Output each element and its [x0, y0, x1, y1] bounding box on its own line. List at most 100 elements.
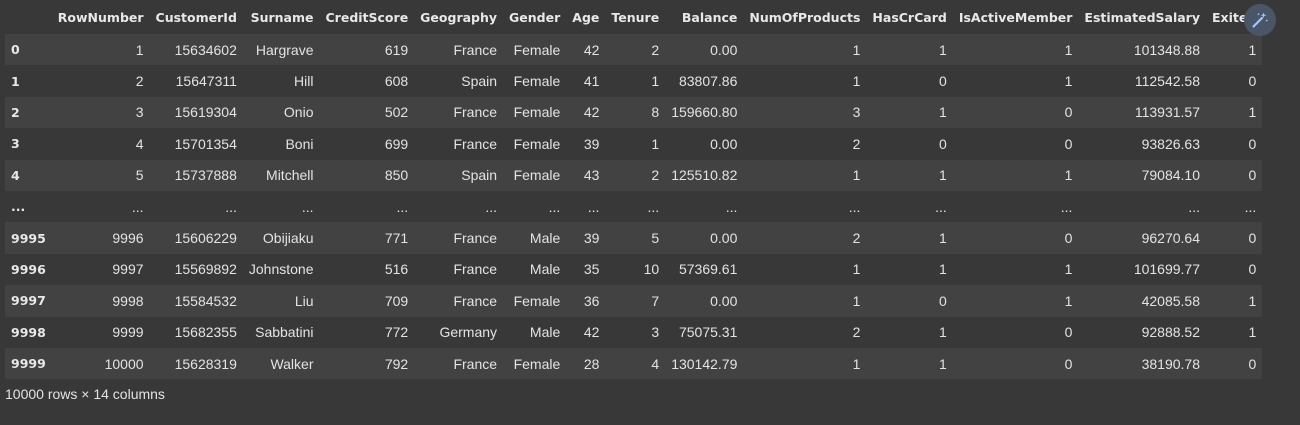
table-cell: Spain: [461, 167, 498, 184]
row-index: 9998: [11, 324, 46, 340]
table-cell: 1: [852, 167, 861, 184]
table-cell: 93826.63: [1141, 135, 1200, 152]
table-cell: 1: [1248, 292, 1257, 309]
dataframe-table: RowNumber CustomerId Surname CreditScore Geo…: [5, 0, 1263, 380]
table-cell: 5: [651, 230, 660, 247]
row-index: ...: [11, 199, 26, 215]
table-cell: 0.00: [710, 230, 738, 247]
table-cell: 1: [852, 41, 861, 58]
table-cell: 41: [583, 73, 600, 90]
table-cell: 0: [1064, 135, 1073, 152]
table-cell: 10: [643, 261, 660, 278]
table-cell: 850: [384, 167, 409, 184]
table-cell: 101348.88: [1133, 41, 1200, 58]
table-cell: 699: [384, 135, 409, 152]
table-cell: 1: [1064, 73, 1073, 90]
dataframe-shape-summary: 10000 rows × 14 columns: [5, 386, 165, 402]
table-cell: Female: [513, 292, 561, 309]
table-cell: 9996: [112, 230, 144, 247]
table-cell: ...: [935, 198, 947, 215]
table-cell: 0: [1248, 73, 1257, 90]
table-cell: 0: [939, 73, 947, 90]
magic-wand-button[interactable]: [1244, 4, 1276, 36]
table-cell: 608: [384, 73, 409, 90]
table-cell: France: [453, 104, 498, 121]
table-cell: 772: [384, 324, 409, 341]
table-cell: 159660.80: [671, 104, 738, 121]
table-cell: 79084.10: [1141, 167, 1200, 184]
table-row: 9995 9996 15606229 Obijiaku 771 France Male 39 5…: [5, 222, 1263, 254]
table-cell: 36: [583, 292, 600, 309]
table-cell: Female: [513, 73, 561, 90]
table-cell: 4: [651, 355, 660, 372]
table-row: 3 4 15701354 Boni 699 France Female 39 1 0.00 2 0 0 9…: [5, 128, 1263, 160]
table-row: 9999 10000 15628319 Walker 792 France Female 28…: [5, 347, 1263, 380]
table-cell: 2: [852, 230, 861, 247]
column-header: Surname: [242, 0, 320, 34]
table-cell: 5: [135, 167, 144, 184]
table-cell: 15606229: [174, 230, 237, 247]
table-cell: 9998: [112, 292, 144, 309]
table-cell: 35: [583, 261, 600, 278]
table-header: RowNumber CustomerId Surname CreditScore Geo…: [5, 0, 1263, 34]
table-cell: 1: [939, 104, 947, 121]
table-cell: 1: [1064, 41, 1073, 58]
row-index: 1: [11, 73, 20, 89]
table-cell: 0: [1248, 167, 1257, 184]
table-cell: 96270.64: [1141, 230, 1200, 247]
table-cell: 7: [651, 292, 660, 309]
table-cell: 1: [1064, 261, 1073, 278]
table-cell: 1: [939, 41, 947, 58]
table-cell: ...: [1244, 198, 1257, 215]
table-cell: 1: [939, 167, 947, 184]
table-cell: 10000: [104, 355, 144, 372]
table-cell: ...: [848, 198, 861, 215]
table-cell: 113931.57: [1134, 104, 1200, 121]
table-cell: 2: [852, 324, 861, 341]
table-cell: 38190.78: [1141, 355, 1200, 372]
table-cell: 771: [384, 230, 409, 247]
table-row: 9996 9997 15569892 Johnstone 516 France Male 35…: [5, 253, 1263, 286]
table-cell: France: [453, 355, 498, 372]
table-cell: Boni: [285, 135, 314, 152]
table-cell: 1: [852, 355, 861, 372]
column-header: Age: [566, 0, 606, 34]
table-cell: 28: [583, 355, 600, 372]
table-cell: 125510.82: [671, 167, 738, 184]
table-cell: 0: [1064, 355, 1073, 372]
magic-wand-icon: [1251, 11, 1269, 29]
table-cell: 0: [1248, 261, 1257, 278]
table-cell: 15634602: [174, 41, 237, 58]
table-cell: 1: [1248, 41, 1257, 58]
table-cell: Onio: [283, 104, 314, 121]
table-cell: 15701354: [174, 135, 237, 152]
column-header: NumOfProducts: [743, 0, 867, 34]
table-cell: 0: [1248, 135, 1257, 152]
table-cell: 15569892: [174, 261, 237, 278]
table-cell: Liu: [294, 292, 314, 309]
index-header: [5, 0, 52, 34]
table-cell: 0: [939, 292, 947, 309]
table-cell: France: [453, 135, 498, 152]
table-cell: 9999: [112, 324, 144, 341]
column-header: IsActiveMember: [952, 0, 1079, 34]
table-row: ........................................…: [5, 190, 1263, 223]
row-index: 9995: [11, 230, 46, 246]
table-cell: Obijiaku: [262, 230, 314, 247]
table-cell: 112542.58: [1134, 73, 1200, 90]
table-row: 1 2 15647311 Hill 608 Spain Female 41 1 83807.86 1…: [5, 65, 1263, 97]
table-cell: 502: [384, 104, 409, 121]
table-cell: Germany: [439, 324, 498, 341]
table-cell: Hill: [294, 73, 314, 90]
table-cell: 0.00: [710, 292, 738, 309]
table-body: 0 1 15634602 Hargrave 619 France Female 42 2 0.00…: [5, 34, 1263, 380]
table-cell: 1: [651, 73, 660, 90]
table-cell: 1: [939, 230, 947, 247]
table-cell: 75075.31: [678, 324, 738, 341]
table-cell: 43: [583, 167, 600, 184]
table-cell: 1: [939, 355, 947, 372]
table-cell: Walker: [270, 355, 314, 372]
row-index: 4: [11, 167, 20, 183]
table-cell: 42085.58: [1141, 292, 1200, 309]
table-row: 4 5 15737888 Mitchell 850 Spain Female 43 2 12551…: [5, 159, 1263, 191]
